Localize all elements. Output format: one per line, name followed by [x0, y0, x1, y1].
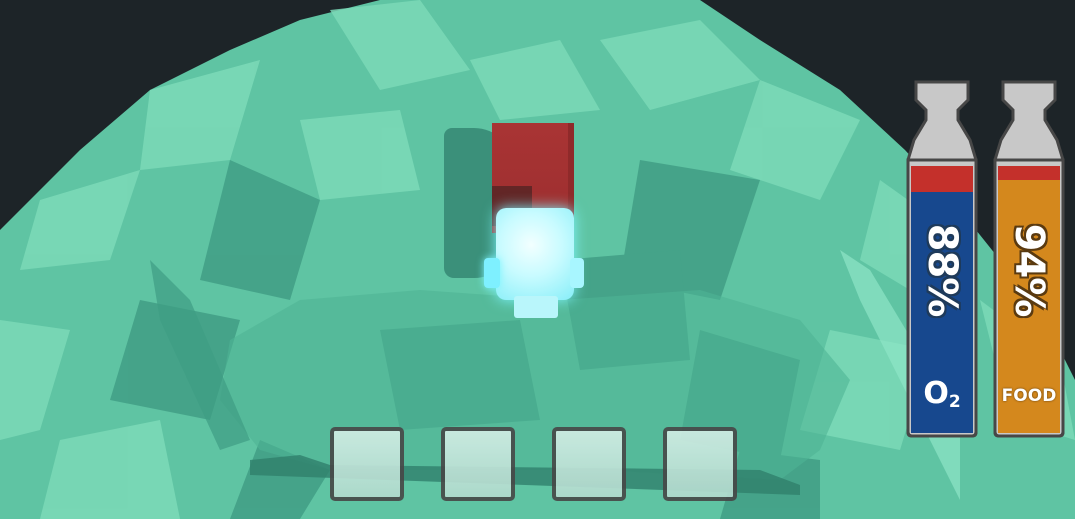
glowing-helmet [496, 208, 574, 300]
legs [514, 296, 558, 318]
left-arm [484, 258, 500, 288]
oxygen-warning-band [911, 166, 973, 192]
food-percent: 94% [1006, 223, 1052, 317]
food-gauge: 94% FOOD [993, 80, 1065, 438]
oxygen-percent: 88% [919, 223, 965, 317]
inventory-slot-2[interactable] [441, 427, 515, 501]
astronaut-player [440, 118, 600, 328]
right-arm [570, 258, 584, 288]
food-label: FOOD [1001, 386, 1057, 406]
inventory-slot-1[interactable] [330, 427, 404, 501]
oxygen-gauge: 88% O2 [906, 80, 978, 438]
inventory-hotbar [330, 427, 740, 501]
food-warning-band [998, 166, 1060, 180]
inventory-slot-4[interactable] [663, 427, 737, 501]
oxygen-label: O2 [923, 376, 961, 412]
inventory-slot-3[interactable] [552, 427, 626, 501]
